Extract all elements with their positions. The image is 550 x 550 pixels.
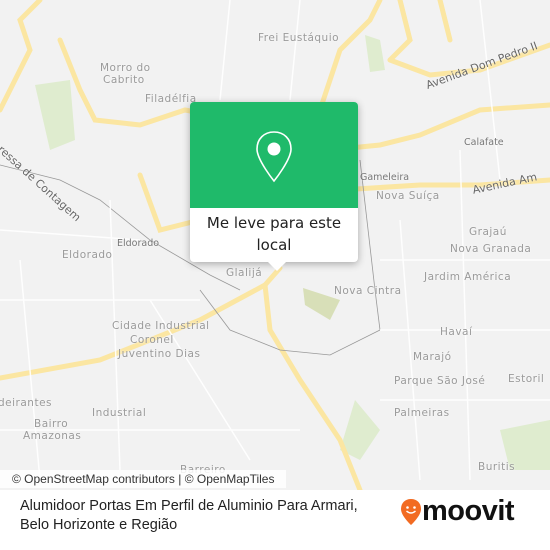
- place-label: Frei Eustáquio: [258, 32, 340, 44]
- place-label: Havaí: [440, 326, 473, 338]
- place-label: Jardim América: [424, 271, 512, 283]
- place-label: Nova Cintra: [334, 285, 402, 297]
- place-label: Buritis: [478, 461, 516, 473]
- destination-popup[interactable]: Me leve para este local: [190, 102, 358, 271]
- park-area: [35, 80, 75, 150]
- place-label: Amazonas: [23, 430, 82, 442]
- station-label: Eldorado: [117, 238, 160, 249]
- place-label: Cabrito: [103, 74, 145, 86]
- place-label: Marajó: [413, 351, 452, 363]
- place-label: Morro do: [100, 62, 151, 74]
- place-label: Gameleira: [360, 172, 410, 183]
- place-label: Cidade Industrial: [112, 320, 210, 332]
- place-label: Juventino Dias: [118, 348, 201, 360]
- place-label: Coronel: [130, 334, 174, 346]
- footer: Alumidoor Portas Em Perfil de Aluminio P…: [0, 490, 550, 550]
- place-label: Eldorado: [62, 249, 113, 261]
- place-title-line: Alumidoor Portas Em Perfil de Aluminio P…: [20, 498, 358, 514]
- park-area: [365, 35, 385, 72]
- map-attribution[interactable]: © OpenStreetMap contributors | © OpenMap…: [0, 470, 287, 488]
- place-label: Industrial: [92, 407, 147, 419]
- place-label: Nova Suíça: [376, 190, 440, 202]
- place-label: Estoril: [508, 373, 545, 385]
- place-label: Glalijá: [226, 267, 263, 279]
- place-label: Bairro: [34, 418, 69, 430]
- take-me-here-button[interactable]: Me leve para este local: [190, 208, 358, 256]
- place-label: Filadélfia: [145, 93, 197, 105]
- popup-header: [190, 102, 358, 208]
- place-label: Calafate: [464, 137, 504, 148]
- moovit-wordmark: moovit: [422, 495, 515, 527]
- place-label: Parque São José: [394, 375, 486, 387]
- place-label: deirantes: [0, 397, 52, 409]
- place-title-line: Belo Horizonte e Região: [20, 517, 178, 533]
- place-label: Grajaú: [469, 226, 507, 238]
- moovit-pin-icon: [401, 498, 421, 525]
- place-title: Alumidoor Portas Em Perfil de Aluminio P…: [20, 497, 358, 535]
- place-label: Palmeiras: [394, 407, 450, 419]
- map[interactable]: Frei Eustáquio Morro do Cabrito Filadélf…: [0, 0, 550, 490]
- moovit-logo[interactable]: moovit: [400, 495, 515, 528]
- place-label: Nova Granada: [450, 243, 532, 255]
- map-pin-icon: [256, 131, 292, 183]
